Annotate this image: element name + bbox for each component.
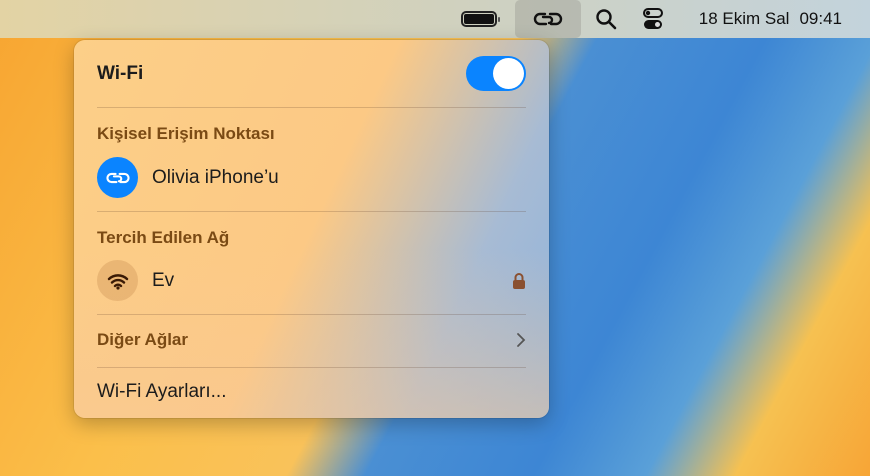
preferred-header-row: Tercih Edilen Ağ (97, 228, 526, 248)
preferred-network-item[interactable]: Ev (97, 260, 526, 301)
battery-status[interactable] (460, 0, 515, 38)
hotspot-device-item[interactable]: Olivia iPhone’u (97, 157, 526, 198)
spotlight-button[interactable] (591, 0, 621, 38)
preferred-header: Tercih Edilen Ağ (97, 228, 230, 247)
battery-icon (460, 11, 500, 27)
menu-bar: 18 Ekim Sal 09:41 (0, 0, 870, 38)
clock[interactable]: 18 Ekim Sal 09:41 (689, 0, 842, 38)
chevron-right-icon (517, 333, 526, 347)
network-name: Ev (152, 269, 175, 291)
divider (97, 211, 526, 212)
control-center-button[interactable] (642, 0, 663, 38)
other-networks-label: Diğer Ağlar (97, 330, 189, 349)
time: 09:41 (799, 9, 842, 28)
personal-hotspot-icon (533, 12, 562, 26)
hotspot-device-name: Olivia iPhone’u (152, 166, 279, 188)
wifi-row: Wi-Fi (97, 60, 526, 88)
divider (97, 314, 526, 315)
date: 18 Ekim Sal (698, 9, 790, 28)
hotspot-header: Kişisel Erişim Noktası (97, 124, 275, 143)
divider (97, 367, 526, 368)
search-icon (596, 9, 617, 30)
control-center-icon (642, 8, 663, 29)
personal-hotspot-icon (97, 157, 138, 198)
divider (97, 107, 526, 108)
wifi-toggle[interactable] (466, 56, 526, 91)
wifi-icon (97, 260, 138, 301)
personal-hotspot-menu-button[interactable] (514, 0, 581, 38)
wifi-settings-item[interactable]: Wi-Fi Ayarları... (97, 381, 526, 403)
wifi-menu: Wi-Fi Kişisel Erişim Noktası Olivia iPho… (74, 40, 549, 418)
wifi-label: Wi-Fi (97, 63, 144, 84)
hotspot-header-row: Kişisel Erişim Noktası (97, 124, 526, 144)
other-networks-item[interactable]: Diğer Ağlar (97, 330, 526, 350)
lock-icon (513, 272, 525, 289)
wifi-settings-label: Wi-Fi Ayarları... (97, 381, 227, 402)
